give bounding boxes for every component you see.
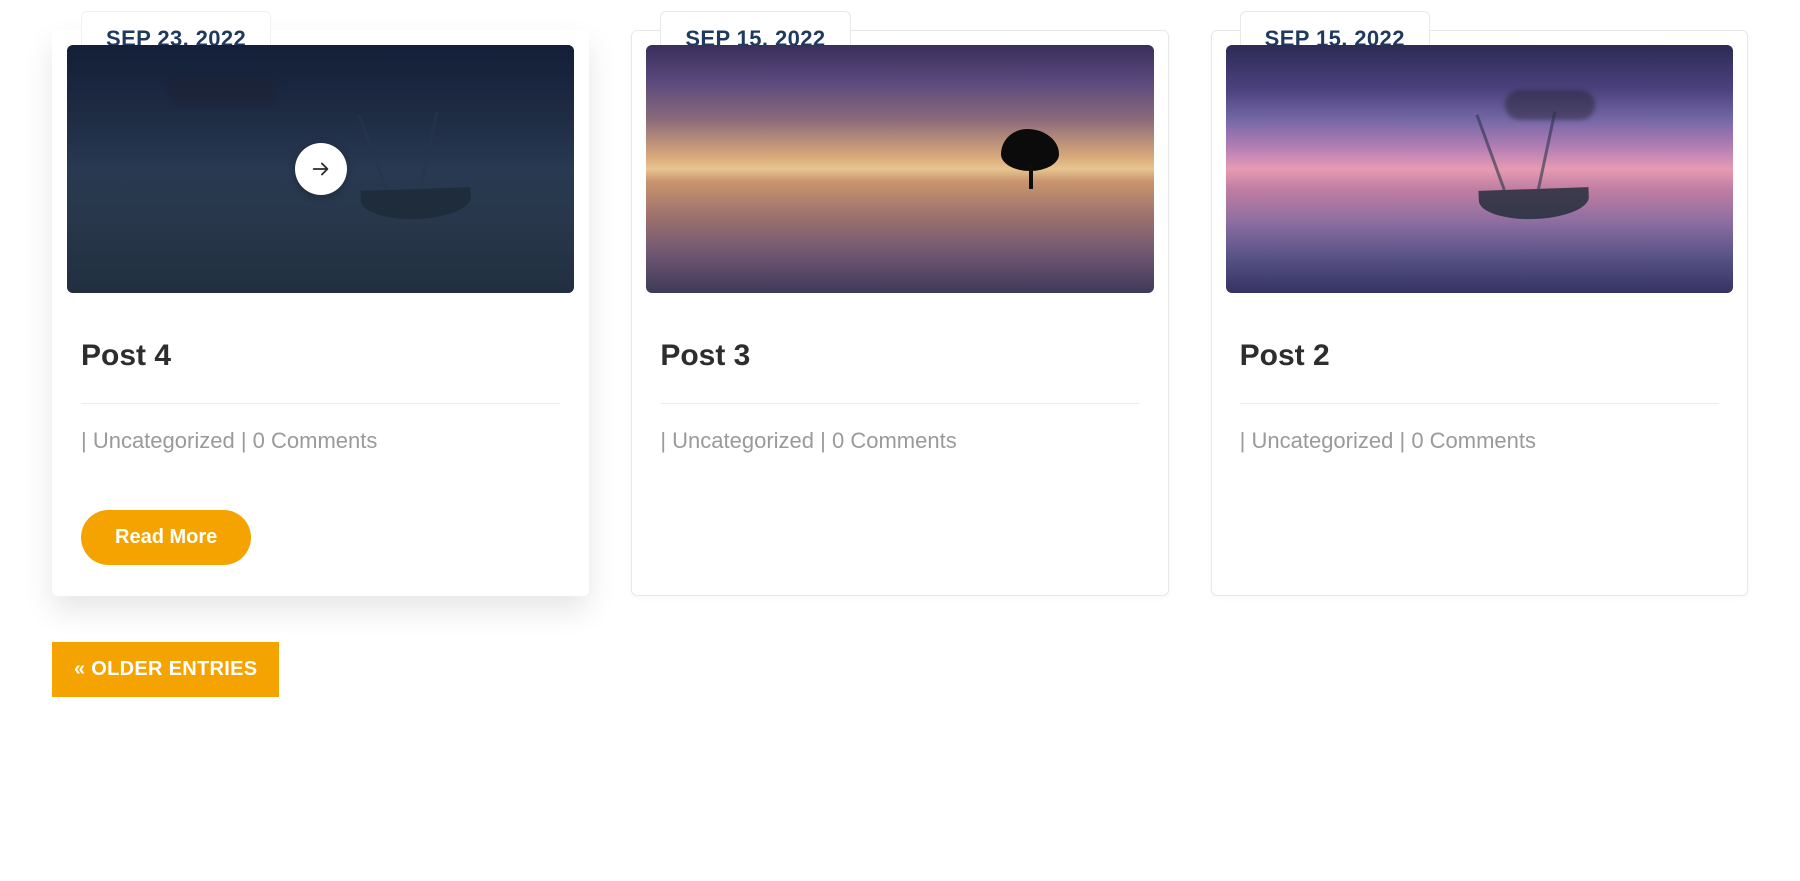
pagination: « OLDER ENTRIES [52,642,1748,697]
divider [660,403,1139,404]
post-meta: | Uncategorized | 0 Comments [1240,428,1719,454]
post-category-link[interactable]: Uncategorized [1251,428,1393,453]
divider [81,403,560,404]
post-title[interactable]: Post 4 [81,339,560,373]
post-category-link[interactable]: Uncategorized [93,428,235,453]
arrow-right-icon[interactable] [295,143,347,195]
post-image-link[interactable] [1226,45,1733,293]
post-comments-link[interactable]: 0 Comments [253,428,378,453]
older-entries-button[interactable]: « OLDER ENTRIES [52,642,279,697]
divider [1240,403,1719,404]
post-card: SEP 23, 2022 Post 4 | Uncategorized | 0 … [52,30,589,596]
post-card: SEP 15, 2022 Post 3 | Uncategorized | 0 … [631,30,1168,596]
read-more-button[interactable]: Read More [81,510,251,565]
post-title[interactable]: Post 3 [660,339,1139,373]
post-image-link[interactable] [646,45,1153,293]
post-comments-link[interactable]: 0 Comments [832,428,957,453]
post-title[interactable]: Post 2 [1240,339,1719,373]
post-image-link[interactable] [67,45,574,293]
post-meta: | Uncategorized | 0 Comments [660,428,1139,454]
post-comments-link[interactable]: 0 Comments [1411,428,1536,453]
post-meta: | Uncategorized | 0 Comments [81,428,560,454]
post-card: SEP 15, 2022 Post 2 | Uncategorized | 0 … [1211,30,1748,596]
post-category-link[interactable]: Uncategorized [672,428,814,453]
posts-grid: SEP 23, 2022 Post 4 | Uncategorized | 0 … [52,30,1748,596]
